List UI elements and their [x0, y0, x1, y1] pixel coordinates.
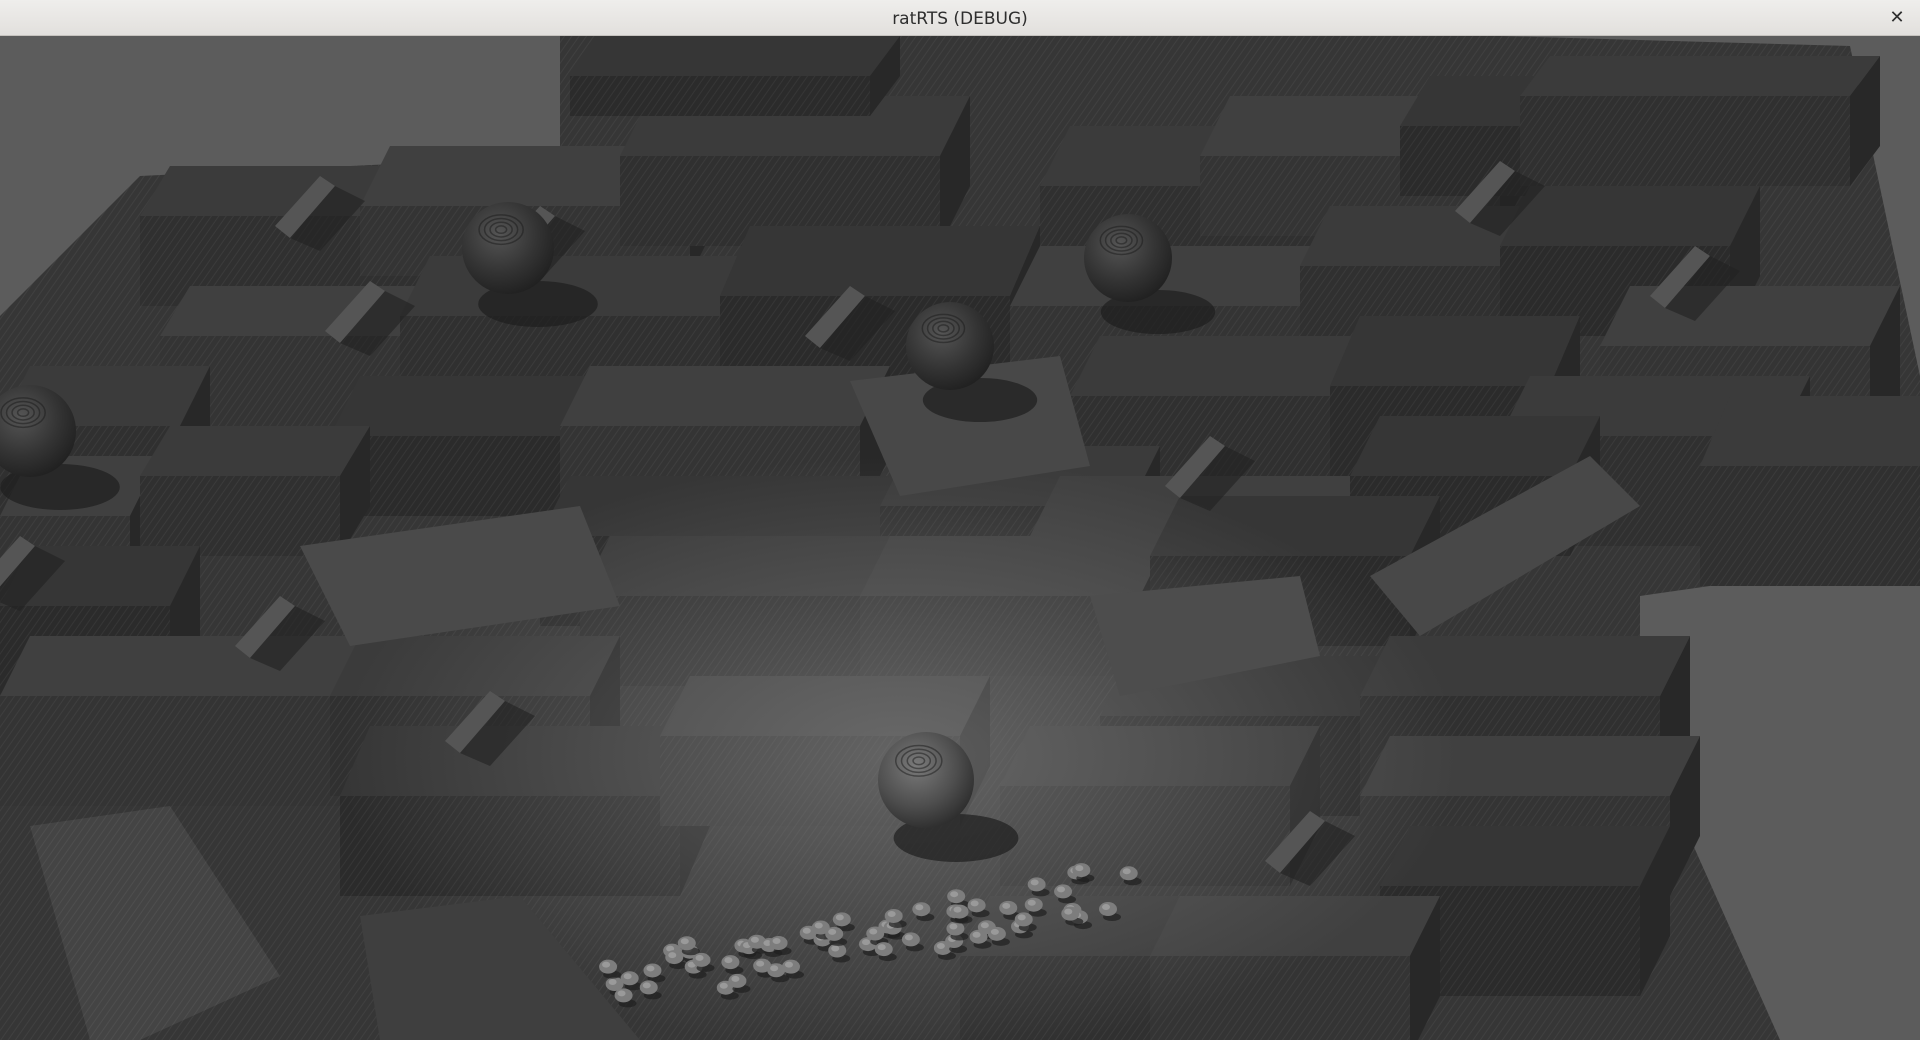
- block-top: [1700, 396, 1920, 466]
- block-texture: [0, 696, 340, 806]
- rat-unit-highlight: [772, 937, 781, 944]
- rat-unit-highlight: [1122, 868, 1131, 875]
- rat-unit-highlight: [770, 965, 779, 972]
- rat-unit-highlight: [828, 928, 837, 935]
- rat-unit-highlight: [904, 934, 913, 941]
- wall-block: [140, 426, 370, 556]
- rat-unit-highlight: [970, 900, 979, 907]
- block-top: [140, 426, 370, 476]
- block-top: [330, 376, 600, 436]
- rat-unit-highlight: [617, 990, 626, 997]
- wall-block: [0, 636, 370, 806]
- block-top: [1330, 316, 1580, 386]
- block-texture: [140, 476, 340, 556]
- block-top: [1350, 416, 1600, 476]
- rat-unit-highlight: [1075, 865, 1084, 872]
- game-viewport[interactable]: [0, 36, 1920, 1040]
- rat-unit-highlight: [972, 931, 981, 938]
- rat-unit-highlight: [602, 961, 611, 968]
- rat-unit-highlight: [814, 922, 823, 929]
- rat-unit-highlight: [936, 942, 945, 949]
- rat-unit-highlight: [1102, 904, 1111, 911]
- block-top: [0, 636, 370, 696]
- rat-unit-highlight: [1030, 879, 1039, 886]
- rat-unit-highlight: [802, 927, 811, 934]
- close-icon[interactable]: ✕: [1884, 5, 1910, 31]
- rat-unit-highlight: [719, 982, 728, 989]
- wall-block: [1700, 396, 1920, 586]
- rat-unit-highlight: [915, 904, 924, 911]
- block-top: [1520, 56, 1880, 96]
- rat-unit-highlight: [668, 952, 677, 959]
- block-texture: [1520, 96, 1850, 186]
- block-texture: [1700, 466, 1920, 586]
- block-top: [1500, 186, 1760, 246]
- rat-unit-highlight: [731, 975, 740, 982]
- rat-unit-highlight: [646, 965, 655, 972]
- rat-unit-highlight: [949, 923, 958, 930]
- rat-unit-highlight: [642, 982, 651, 989]
- wall-block: [570, 36, 900, 116]
- window-title: ratRTS (DEBUG): [892, 9, 1028, 29]
- wall-block: [620, 96, 970, 246]
- rat-unit-highlight: [1064, 908, 1073, 915]
- rat-unit-highlight: [680, 938, 689, 945]
- rat-unit-highlight: [950, 891, 959, 898]
- rat-unit-highlight: [831, 945, 840, 952]
- rat-unit-highlight: [750, 936, 759, 943]
- rat-unit-highlight: [869, 928, 878, 935]
- rat-unit-highlight: [695, 954, 704, 961]
- block-texture: [570, 76, 870, 116]
- title-bar[interactable]: ratRTS (DEBUG) ✕: [0, 0, 1920, 36]
- rat-unit-highlight: [835, 914, 844, 921]
- game-scene[interactable]: [0, 36, 1920, 1040]
- rat-unit-highlight: [1027, 899, 1036, 906]
- rat-unit-highlight: [1017, 914, 1026, 921]
- rat-unit-highlight: [862, 939, 871, 946]
- rat-unit-highlight: [877, 944, 886, 951]
- rat-unit-highlight: [784, 961, 793, 968]
- rat-unit-highlight: [724, 957, 733, 964]
- wall-block: [1520, 56, 1880, 186]
- rat-unit-highlight: [887, 910, 896, 917]
- block-top: [570, 36, 900, 76]
- rat-unit-highlight: [623, 973, 632, 980]
- rat-unit-highlight: [953, 906, 962, 913]
- block-top: [1600, 286, 1900, 346]
- rat-unit-highlight: [1002, 902, 1011, 909]
- rat-unit-highlight: [1057, 886, 1066, 893]
- rat-unit-highlight: [756, 960, 765, 967]
- rat-unit-highlight: [990, 928, 999, 935]
- block-top: [560, 366, 890, 426]
- app-window: ratRTS (DEBUG) ✕: [0, 0, 1920, 1040]
- block-top: [720, 226, 1040, 296]
- wall-block: [330, 376, 600, 516]
- rat-unit-highlight: [608, 979, 617, 986]
- rat-unit-highlight: [980, 922, 989, 929]
